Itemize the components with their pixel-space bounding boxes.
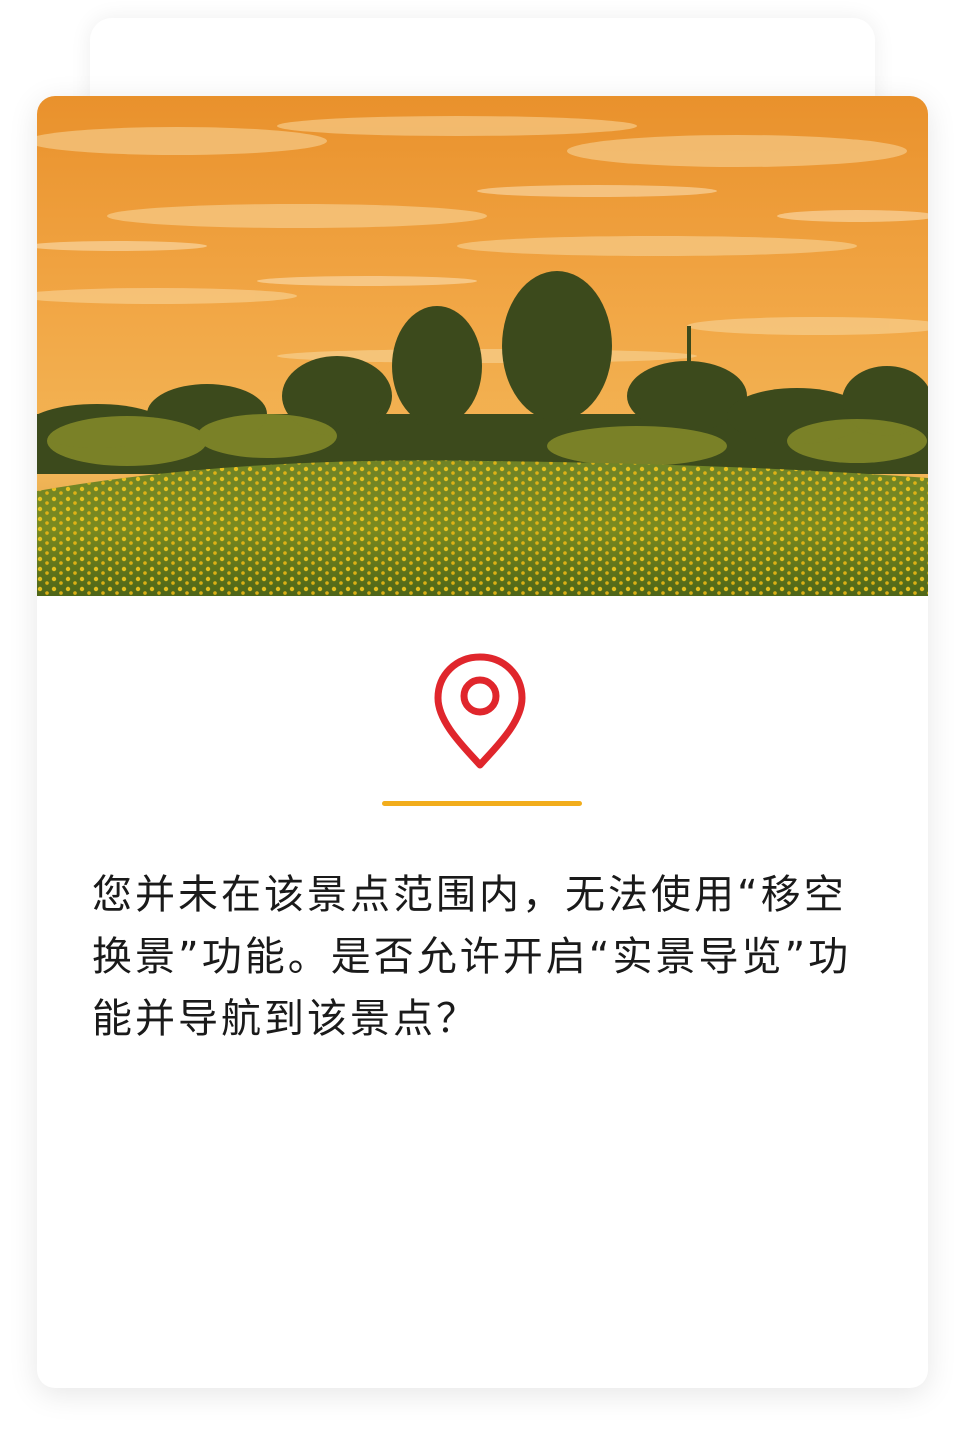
dialog-message: 您并未在该景点范围内，无法使用“移空换景”功能。是否允许开启“实景导览”功能并导… <box>92 872 852 1042</box>
accent-divider <box>382 801 582 806</box>
location-pin-icon <box>434 653 526 769</box>
dialog-card: 您并未在该景点范围内，无法使用“移空换景”功能。是否允许开启“实景导览”功能并导… <box>37 96 928 1388</box>
scenic-photo <box>37 96 928 596</box>
